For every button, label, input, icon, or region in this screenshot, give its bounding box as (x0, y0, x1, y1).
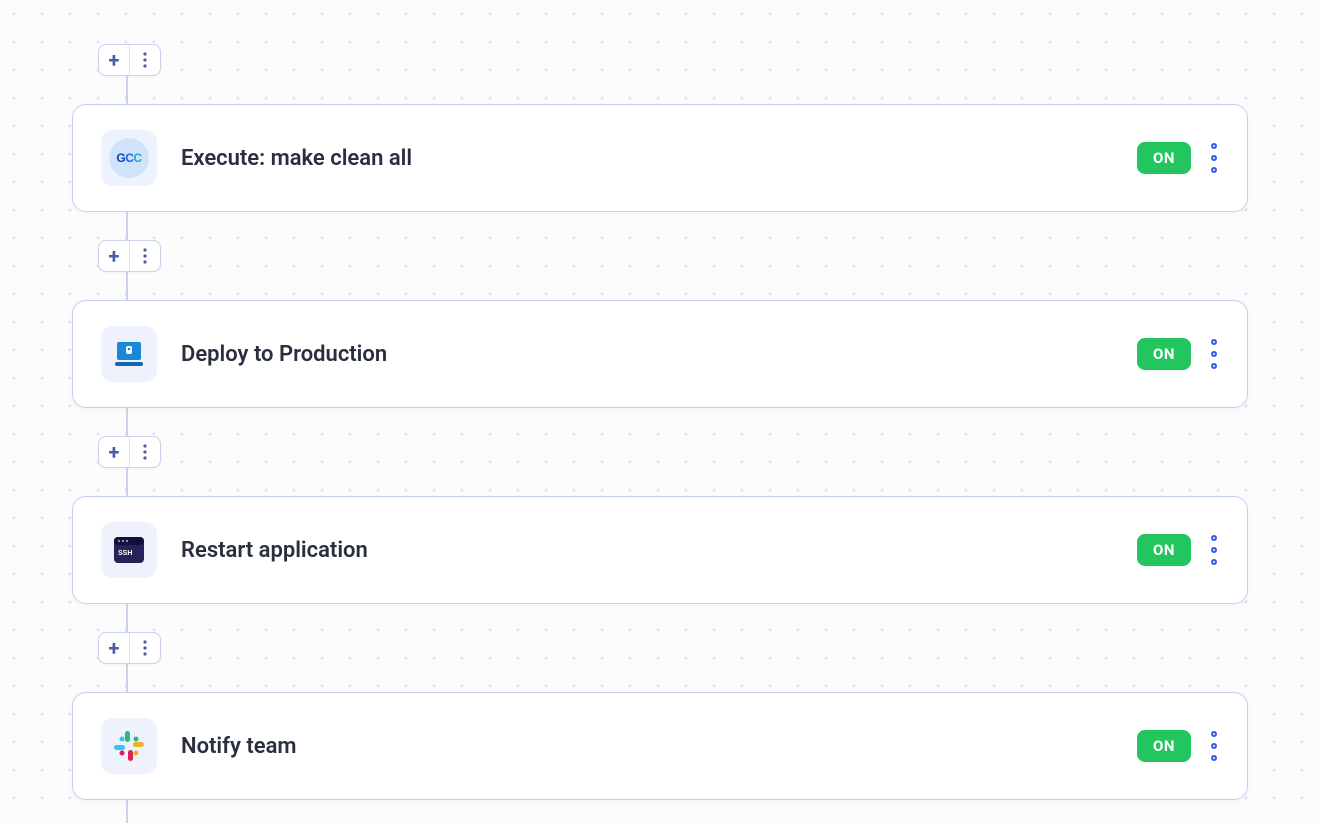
action-right: ON (1137, 337, 1219, 371)
connector-pipe (126, 664, 128, 692)
action-icon-tile: SSH (101, 522, 157, 578)
add-step-connector: + (98, 240, 161, 272)
action-toggle[interactable]: ON (1137, 142, 1191, 174)
connector-menu-button[interactable] (130, 633, 160, 663)
add-step-button[interactable]: + (99, 45, 129, 75)
add-step-button[interactable]: + (99, 437, 129, 467)
action-right: ON (1137, 729, 1219, 763)
deploy-icon (109, 334, 149, 374)
pipeline-action[interactable]: Deploy to Production ON (72, 300, 1248, 408)
kebab-icon (143, 248, 147, 264)
svg-text:SSH: SSH (118, 550, 132, 557)
connector-menu-button[interactable] (130, 45, 160, 75)
drag-handle-icon[interactable] (1209, 533, 1219, 567)
drag-handle-icon[interactable] (1209, 729, 1219, 763)
connector-menu-button[interactable] (130, 437, 160, 467)
add-step-button[interactable]: + (99, 633, 129, 663)
connector-pipe (126, 212, 128, 240)
ssh-terminal-icon: SSH (109, 530, 149, 570)
slack-icon (111, 728, 147, 764)
action-icon-tile: GCC (101, 130, 157, 186)
pipeline-action[interactable]: Notify team ON (72, 692, 1248, 800)
action-right: ON (1137, 141, 1219, 175)
drag-handle-icon[interactable] (1209, 141, 1219, 175)
add-step-connector: + (98, 436, 161, 468)
kebab-icon (143, 444, 147, 460)
action-title: Restart application (181, 538, 1113, 563)
pipeline-action[interactable]: SSH Restart application ON (72, 496, 1248, 604)
connector-pipe (126, 76, 128, 104)
add-step-button[interactable]: + (99, 241, 129, 271)
connector-menu-button[interactable] (130, 241, 160, 271)
action-title: Notify team (181, 734, 1113, 759)
add-step-connector: + (98, 44, 161, 76)
action-toggle[interactable]: ON (1137, 730, 1191, 762)
add-step-connector: + (98, 632, 161, 664)
action-toggle[interactable]: ON (1137, 534, 1191, 566)
connector-pipe (126, 272, 128, 300)
pipeline-canvas: + GCC Execute: make clean all ON + (0, 0, 1320, 823)
action-title: Execute: make clean all (181, 146, 1113, 171)
action-right: ON (1137, 533, 1219, 567)
drag-handle-icon[interactable] (1209, 337, 1219, 371)
connector-pipe (126, 604, 128, 632)
pipeline-action[interactable]: GCC Execute: make clean all ON (72, 104, 1248, 212)
action-icon-tile (101, 718, 157, 774)
kebab-icon (143, 640, 147, 656)
connector-pipe (126, 800, 128, 823)
kebab-icon (143, 52, 147, 68)
action-icon-tile (101, 326, 157, 382)
gcc-icon: GCC (109, 138, 149, 178)
connector-pipe (126, 408, 128, 436)
connector-pipe (126, 468, 128, 496)
action-title: Deploy to Production (181, 342, 1113, 367)
action-toggle[interactable]: ON (1137, 338, 1191, 370)
